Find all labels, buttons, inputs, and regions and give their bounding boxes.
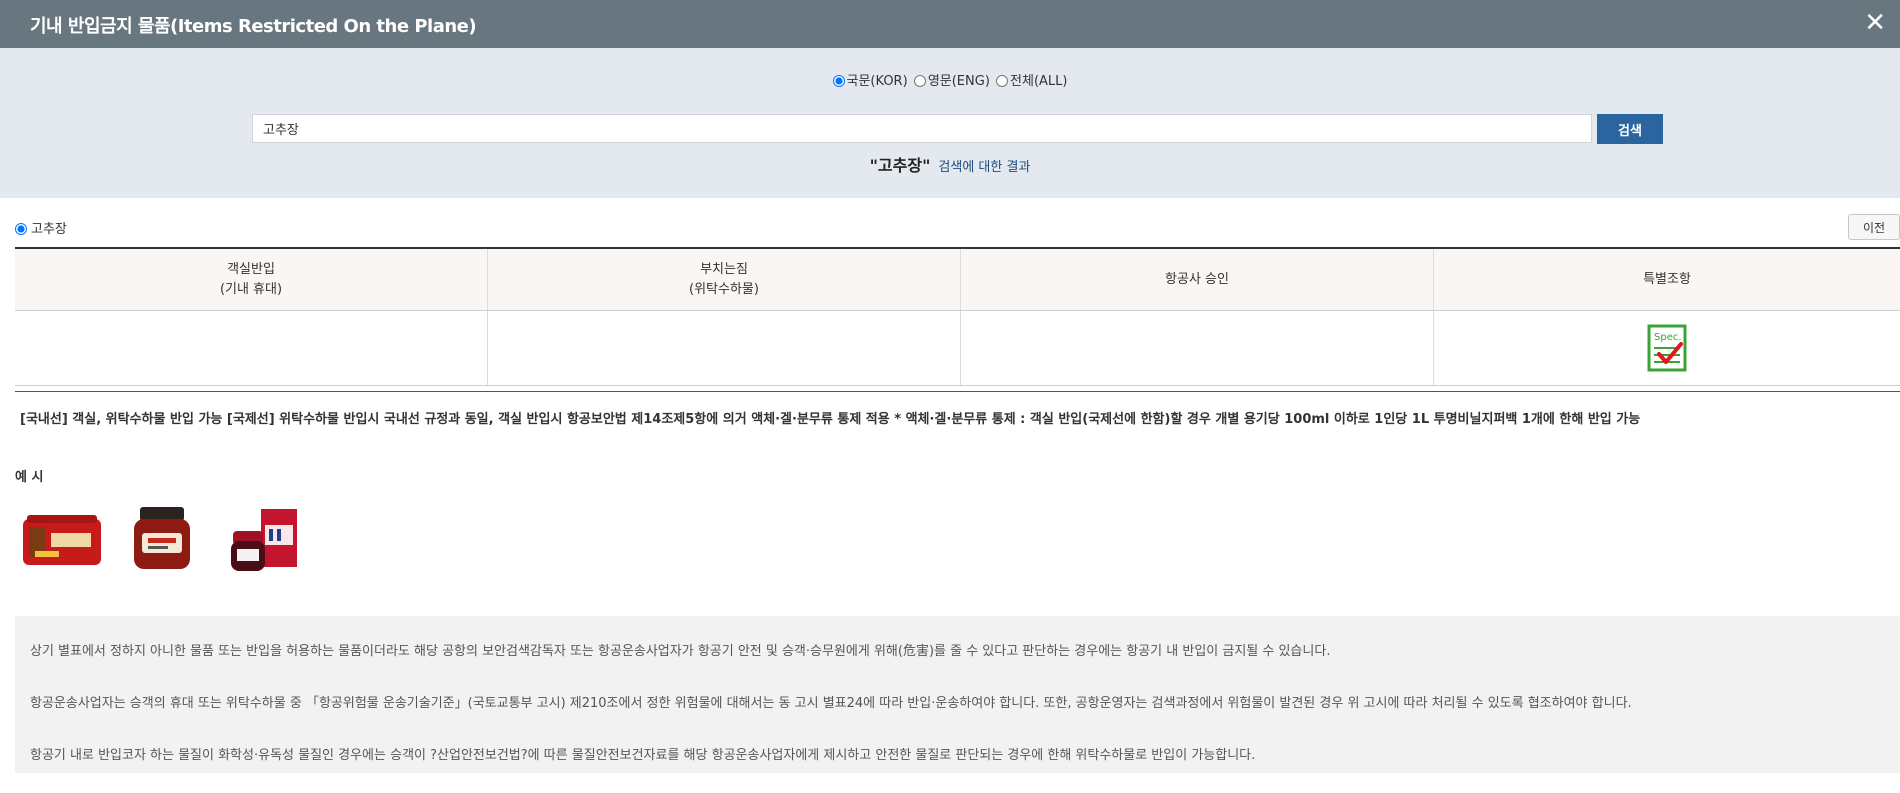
notice-text-2: 항공운송사업자는 승객의 휴대 또는 위탁수하물 중 「항공위험물 운송기술기준… [30, 696, 1632, 711]
radio-kor[interactable]: 국문(KOR) [832, 74, 908, 89]
cell-cabin [15, 310, 488, 386]
examples-label: 예 시 [15, 470, 44, 485]
notice-text-3: 항공기 내로 반입코자 하는 물질이 화학성·유독성 물질인 경우에는 승객이 … [30, 748, 1256, 763]
cell-special-clause: Spec. [1433, 310, 1900, 386]
gochujang-jar-image[interactable] [114, 491, 209, 581]
divider [15, 391, 1900, 392]
close-icon[interactable]: ✕ [1864, 8, 1886, 38]
table-row: Spec. [15, 310, 1900, 386]
restriction-table: 객실반입 (기내 휴대) 부치는짐 (위탁수하물) 항공사 승인 특별조항 Spec… [15, 247, 1900, 386]
item-radio-gochujang[interactable]: 고추장 [15, 218, 67, 237]
dialog-title: 기내 반입금지 물품(Items Restricted On the Plane… [30, 16, 477, 37]
search-input[interactable] [252, 114, 1592, 143]
search-result-caption: "고추장" 검색에 대한 결과 [0, 152, 1900, 176]
header-special-clause: 특별조항 [1433, 247, 1900, 311]
cell-checked [487, 310, 961, 386]
radio-eng[interactable]: 영문(ENG) [913, 74, 990, 89]
header-checked: 부치는짐 (위탁수하물) [487, 247, 961, 311]
notice-text-1: 상기 별표에서 정하지 아니한 물품 또는 반입을 허용하는 물품이더라도 해당… [30, 644, 1331, 659]
language-radio-group: 국문(KOR) 영문(ENG) 전체(ALL) [0, 70, 1900, 89]
search-panel: 국문(KOR) 영문(ENG) 전체(ALL) 검색 "고추장" 검색에 대한 결… [0, 48, 1900, 198]
gochujang-tub-image[interactable] [15, 491, 110, 581]
cell-airline-approval [960, 310, 1434, 386]
example-images [15, 491, 308, 581]
header-cabin: 객실반입 (기내 휴대) [15, 247, 488, 311]
radio-all[interactable]: 전체(ALL) [996, 74, 1067, 89]
item-description: [국내선] 객실, 위탁수하물 반입 가능 [국제선] 위탁수하물 반입시 국내… [20, 412, 1641, 427]
header-airline-approval: 항공사 승인 [960, 247, 1434, 311]
notice-box: 상기 별표에서 정하지 아니한 물품 또는 반입을 허용하는 물품이더라도 해당… [15, 616, 1900, 773]
result-suffix: 검색에 대한 결과 [938, 160, 1031, 175]
search-button[interactable]: 검색 [1597, 114, 1663, 144]
table-header-row: 객실반입 (기내 휴대) 부치는짐 (위탁수하물) 항공사 승인 특별조항 [15, 247, 1900, 311]
gochujang-box-jar-image[interactable] [213, 491, 308, 581]
spec-check-icon[interactable]: Spec. [1647, 324, 1687, 372]
prev-button[interactable]: 이전 [1848, 214, 1900, 240]
result-term: "고추장" [869, 156, 931, 175]
dialog-header: 기내 반입금지 물품(Items Restricted On the Plane… [0, 0, 1900, 48]
svg-text:Spec.: Spec. [1654, 332, 1682, 343]
